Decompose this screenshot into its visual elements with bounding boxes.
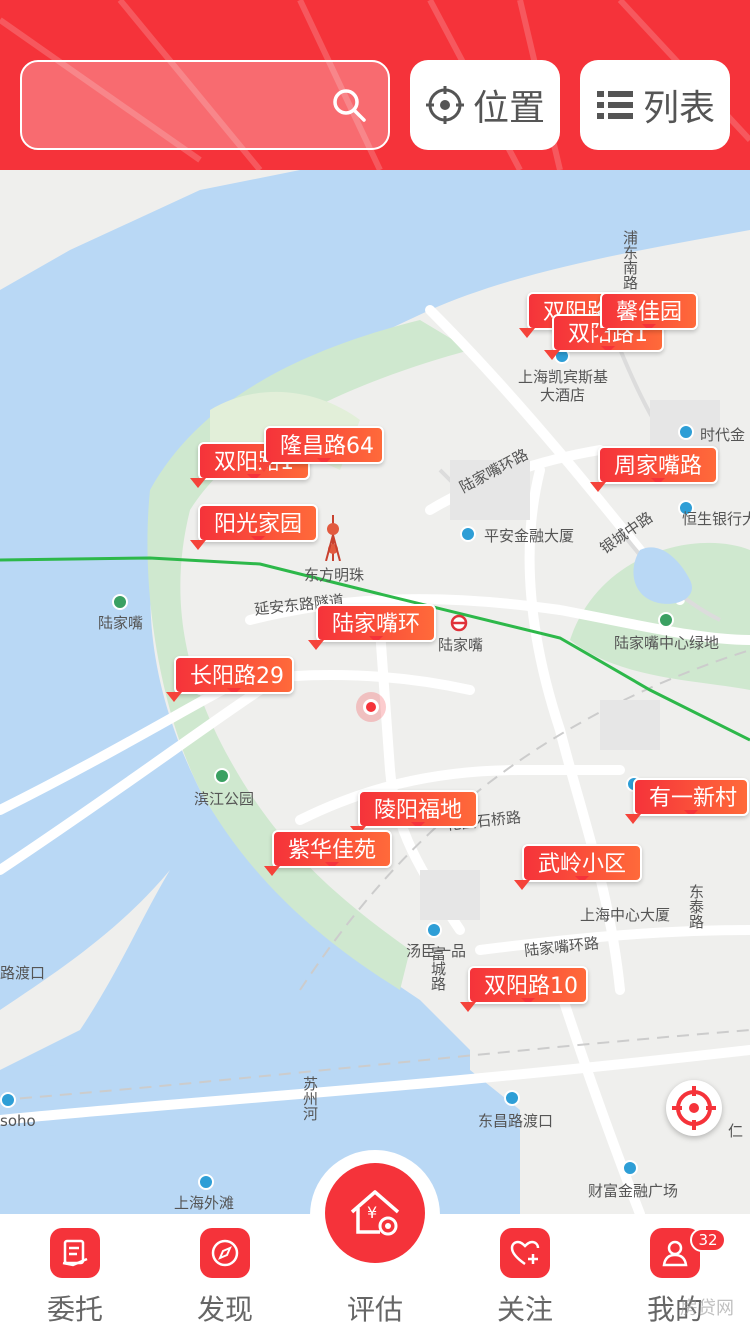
building-poi-icon[interactable] xyxy=(0,1092,16,1108)
map-label-dongtai-road: 东泰路 xyxy=(687,884,705,929)
search-icon[interactable] xyxy=(330,86,368,124)
top-bar: 位置 列表 xyxy=(0,0,750,170)
tab-entrust[interactable]: 委托 xyxy=(0,1214,150,1334)
map-label-pearl-tower: 东方明珠 xyxy=(304,566,365,584)
building-poi-icon[interactable] xyxy=(426,922,442,938)
tab-entrust-label: 委托 xyxy=(46,1293,103,1326)
compass-icon xyxy=(200,1228,250,1278)
search-input[interactable] xyxy=(20,60,390,150)
crosshair-icon xyxy=(672,1086,716,1130)
house-valuation-icon: ¥ xyxy=(350,1190,400,1236)
map-label-suzhou-river: 苏州河 xyxy=(301,1076,319,1121)
building-poi-icon[interactable] xyxy=(460,526,476,542)
tab-follow[interactable]: 关注 xyxy=(450,1214,600,1334)
map-label-hengsheng: 恒生银行大 xyxy=(682,510,750,528)
locate-target-icon xyxy=(425,86,464,124)
map-label-ferry-left: 路渡口 xyxy=(0,964,46,982)
tab-evaluate-label: 评估 xyxy=(346,1293,403,1326)
building-poi-icon[interactable] xyxy=(198,1174,214,1190)
map-label-pingan: 平安金融大厦 xyxy=(484,527,575,545)
metro-station-icon xyxy=(450,614,468,632)
ferry-poi-icon[interactable] xyxy=(504,1090,520,1106)
entrust-icon xyxy=(50,1228,100,1278)
map-label-dongchang-ferry: 东昌路渡口 xyxy=(478,1112,554,1130)
map-label-soho: soho xyxy=(0,1112,36,1130)
location-button-label: 位置 xyxy=(472,88,545,129)
park-poi-icon[interactable] xyxy=(112,594,128,610)
evaluate-center-button[interactable]: ¥ xyxy=(325,1163,425,1263)
map-label-ren: 仁 xyxy=(728,1122,744,1140)
map-label-bund: 上海外滩 xyxy=(174,1194,235,1212)
building-poi-icon[interactable] xyxy=(622,1160,638,1176)
list-button[interactable]: 列表 xyxy=(580,60,730,150)
list-icon xyxy=(596,91,633,119)
map-label-central-green: 陆家嘴中心绿地 xyxy=(614,634,720,652)
map-label-binjiang-park: 滨江公园 xyxy=(194,790,255,808)
location-button[interactable]: 位置 xyxy=(410,60,560,150)
map-label-times-finance: 时代金 xyxy=(700,426,746,444)
map-label-pudong-south-road: 浦东南路 xyxy=(621,230,639,290)
map-label-shanghai-center: 上海中心大厦 xyxy=(580,906,671,924)
map-label-lujiazui: 陆家嘴 xyxy=(98,614,144,632)
list-button-label: 列表 xyxy=(642,88,715,129)
park-poi-icon[interactable] xyxy=(658,612,674,628)
oriental-pearl-tower-icon xyxy=(325,515,341,561)
watermark: 房贷网 xyxy=(680,1298,734,1319)
mine-notification-badge: 32 xyxy=(690,1228,726,1252)
map-label-lujiazui-station: 陆家嘴 xyxy=(438,636,484,654)
svg-text:¥: ¥ xyxy=(367,1203,377,1222)
tab-discover[interactable]: 发现 xyxy=(150,1214,300,1334)
current-location-pin xyxy=(356,692,386,722)
tab-follow-label: 关注 xyxy=(496,1293,553,1326)
map-label-kempinski-2: 大酒店 xyxy=(540,386,586,404)
building-poi-icon[interactable] xyxy=(678,424,694,440)
map-label-fucheng-road: 富城路 xyxy=(429,946,447,991)
heart-plus-icon xyxy=(500,1228,550,1278)
park-poi-icon[interactable] xyxy=(214,768,230,784)
recenter-button[interactable] xyxy=(666,1080,722,1136)
map-label-fortune-plaza: 财富金融广场 xyxy=(588,1182,679,1200)
tab-discover-label: 发现 xyxy=(196,1293,253,1326)
map-view[interactable]: 上海凯宾斯基 大酒店 时代金 陆家嘴环路 平安金融大厦 银城中路 恒生银行大 东… xyxy=(0,170,750,1214)
